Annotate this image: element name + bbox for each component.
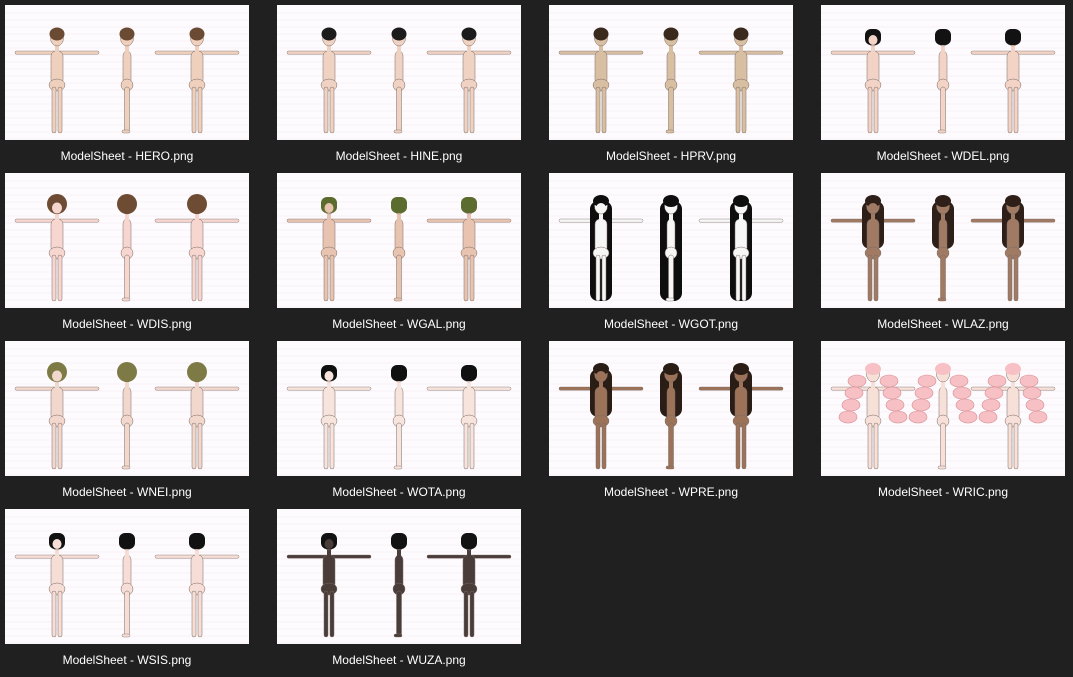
file-name-label[interactable]: ModelSheet - WSIS.png <box>0 653 259 667</box>
file-name-label[interactable]: ModelSheet - WDIS.png <box>0 317 259 331</box>
figure-back <box>426 533 512 638</box>
image-thumbnail[interactable] <box>277 5 521 140</box>
figure-side <box>935 29 951 134</box>
image-thumbnail[interactable] <box>277 341 521 476</box>
file-tile[interactable]: ModelSheet - WGAL.png <box>277 173 521 341</box>
file-name-label[interactable]: ModelSheet - HINE.png <box>267 149 531 163</box>
figure-front <box>558 363 644 470</box>
figure-back <box>426 197 512 302</box>
figure-front <box>14 362 100 470</box>
file-tile[interactable]: ModelSheet - WUZA.png <box>277 509 521 677</box>
file-name-label[interactable]: ModelSheet - WGOT.png <box>539 317 803 331</box>
figure-back <box>698 27 784 134</box>
model-sheet-preview <box>549 348 793 476</box>
figure-front <box>14 27 100 134</box>
file-tile[interactable]: ModelSheet - WDIS.png <box>5 173 249 341</box>
image-thumbnail[interactable] <box>277 509 521 644</box>
image-thumbnail[interactable] <box>549 341 793 476</box>
figure-back <box>154 533 240 638</box>
image-thumbnail[interactable] <box>5 341 249 476</box>
file-name-label[interactable]: ModelSheet - WLAZ.png <box>811 317 1073 331</box>
model-sheet-preview <box>277 12 521 140</box>
thumbnail-grid: ModelSheet - HERO.png ModelSheet - HINE.p… <box>0 0 1073 673</box>
image-thumbnail[interactable] <box>549 173 793 308</box>
file-tile[interactable]: ModelSheet - WDEL.png <box>821 5 1065 173</box>
figure-side <box>391 365 407 470</box>
image-thumbnail[interactable] <box>277 173 521 308</box>
figure-back <box>970 29 1056 134</box>
file-tile[interactable]: ModelSheet - WSIS.png <box>5 509 249 677</box>
figure-back <box>970 363 1056 470</box>
figure-front <box>830 29 916 134</box>
figure-front <box>286 365 372 470</box>
figure-side <box>117 194 137 302</box>
image-thumbnail[interactable] <box>821 341 1065 476</box>
figure-front <box>830 363 916 470</box>
figure-front <box>14 533 100 638</box>
figure-back <box>698 363 784 470</box>
figure-back <box>154 362 240 470</box>
figure-front <box>558 27 644 134</box>
file-name-label[interactable]: ModelSheet - HERO.png <box>0 149 259 163</box>
file-name-label[interactable]: ModelSheet - WOTA.png <box>267 485 531 499</box>
file-tile[interactable]: ModelSheet - WPRE.png <box>549 341 793 509</box>
figure-side <box>391 27 407 134</box>
figure-side <box>908 363 978 470</box>
image-thumbnail[interactable] <box>549 5 793 140</box>
figure-front <box>14 194 100 302</box>
file-name-label[interactable]: ModelSheet - WRIC.png <box>811 485 1073 499</box>
file-tile[interactable]: ModelSheet - WLAZ.png <box>821 173 1065 341</box>
figure-side <box>391 533 407 638</box>
model-sheet-preview <box>277 516 521 644</box>
model-sheet-preview <box>277 180 521 308</box>
file-tile[interactable]: ModelSheet - WRIC.png <box>821 341 1065 509</box>
file-tile[interactable]: ModelSheet - HERO.png <box>5 5 249 173</box>
image-thumbnail[interactable] <box>5 5 249 140</box>
file-tile[interactable]: ModelSheet - WOTA.png <box>277 341 521 509</box>
figure-side <box>660 195 682 302</box>
model-sheet-preview <box>5 180 249 308</box>
model-sheet-preview <box>549 180 793 308</box>
figure-side <box>391 197 407 302</box>
figure-back <box>698 195 784 302</box>
model-sheet-preview <box>5 516 249 644</box>
file-name-label[interactable]: ModelSheet - WGAL.png <box>267 317 531 331</box>
figure-front <box>286 197 372 302</box>
figure-side <box>932 195 954 302</box>
figure-back <box>970 195 1056 302</box>
model-sheet-preview <box>821 348 1065 476</box>
model-sheet-preview <box>821 180 1065 308</box>
file-tile[interactable]: ModelSheet - WNEI.png <box>5 341 249 509</box>
file-name-label[interactable]: ModelSheet - WDEL.png <box>811 149 1073 163</box>
file-name-label[interactable]: ModelSheet - WNEI.png <box>0 485 259 499</box>
model-sheet-preview <box>549 12 793 140</box>
file-name-label[interactable]: ModelSheet - WPRE.png <box>539 485 803 499</box>
image-thumbnail[interactable] <box>5 173 249 308</box>
file-name-label[interactable]: ModelSheet - WUZA.png <box>267 653 531 667</box>
image-thumbnail[interactable] <box>821 173 1065 308</box>
figure-side <box>117 362 137 470</box>
model-sheet-preview <box>5 12 249 140</box>
figure-back <box>426 365 512 470</box>
figure-front <box>286 27 372 134</box>
model-sheet-preview <box>277 348 521 476</box>
image-thumbnail[interactable] <box>5 509 249 644</box>
figure-front <box>286 533 372 638</box>
file-tile[interactable]: ModelSheet - HPRV.png <box>549 5 793 173</box>
figure-side <box>119 27 135 134</box>
image-thumbnail[interactable] <box>821 5 1065 140</box>
figure-side <box>663 27 679 134</box>
figure-side <box>660 363 682 470</box>
file-tile[interactable]: ModelSheet - WGOT.png <box>549 173 793 341</box>
file-tile[interactable]: ModelSheet - HINE.png <box>277 5 521 173</box>
figure-front <box>558 195 644 302</box>
model-sheet-preview <box>821 12 1065 140</box>
figure-back <box>154 27 240 134</box>
figure-back <box>426 27 512 134</box>
figure-back <box>154 194 240 302</box>
model-sheet-preview <box>5 348 249 476</box>
file-name-label[interactable]: ModelSheet - HPRV.png <box>539 149 803 163</box>
figure-side <box>119 533 135 638</box>
figure-front <box>830 195 916 302</box>
